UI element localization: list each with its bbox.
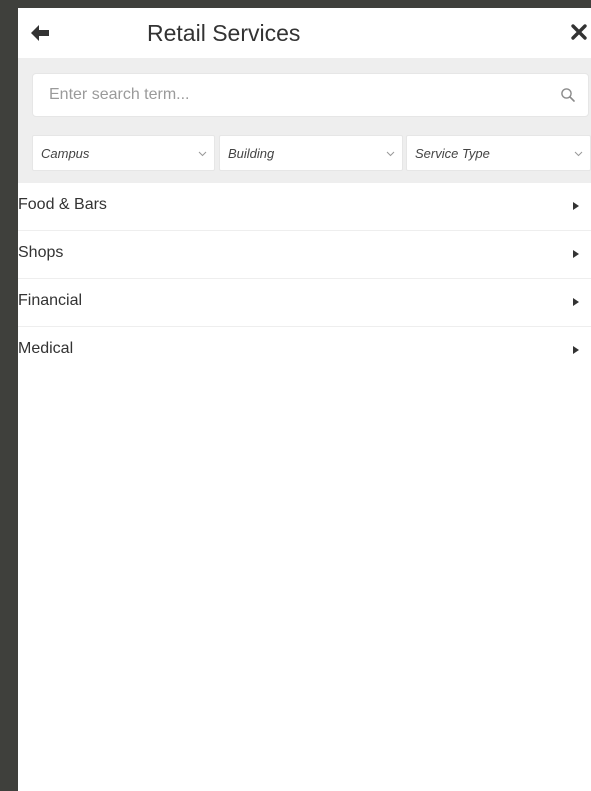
- caret-right-icon: [573, 346, 579, 354]
- list-item-medical[interactable]: Medical: [18, 327, 591, 375]
- panel-header: Retail Services: [18, 8, 591, 58]
- page-title: Retail Services: [147, 20, 301, 46]
- search-box: [32, 73, 589, 117]
- category-list: Food & Bars Shops Financial Medical: [18, 183, 591, 375]
- search-input[interactable]: [49, 74, 529, 116]
- filter-selects: Campus Building Service Type: [32, 135, 591, 171]
- retail-services-panel: Retail Services Campus Building: [18, 8, 591, 791]
- chevron-down-icon: [574, 151, 583, 157]
- list-item-label: Food & Bars: [18, 196, 107, 213]
- service-type-select-label: Service Type: [415, 146, 490, 161]
- list-item-label: Financial: [18, 292, 83, 309]
- building-select-label: Building: [228, 146, 275, 161]
- caret-right-icon: [573, 202, 579, 210]
- list-item-label: Medical: [18, 340, 74, 357]
- chevron-down-icon: [386, 151, 395, 157]
- close-button[interactable]: [569, 21, 589, 43]
- campus-select-label: Campus: [41, 146, 90, 161]
- list-item-food-bars[interactable]: Food & Bars: [18, 183, 591, 231]
- service-type-select[interactable]: Service Type: [406, 135, 591, 171]
- list-item-financial[interactable]: Financial: [18, 279, 591, 327]
- arrow-left-icon: [31, 25, 49, 41]
- close-icon: [571, 24, 587, 40]
- chevron-down-icon: [198, 151, 207, 157]
- search-icon[interactable]: [560, 87, 576, 103]
- back-button[interactable]: [28, 21, 52, 45]
- caret-right-icon: [573, 250, 579, 258]
- list-item-shops[interactable]: Shops: [18, 231, 591, 279]
- campus-select[interactable]: Campus: [32, 135, 215, 171]
- caret-right-icon: [573, 298, 579, 306]
- list-item-label: Shops: [18, 244, 64, 261]
- filter-bar: Campus Building Service Type: [18, 58, 591, 183]
- building-select[interactable]: Building: [219, 135, 403, 171]
